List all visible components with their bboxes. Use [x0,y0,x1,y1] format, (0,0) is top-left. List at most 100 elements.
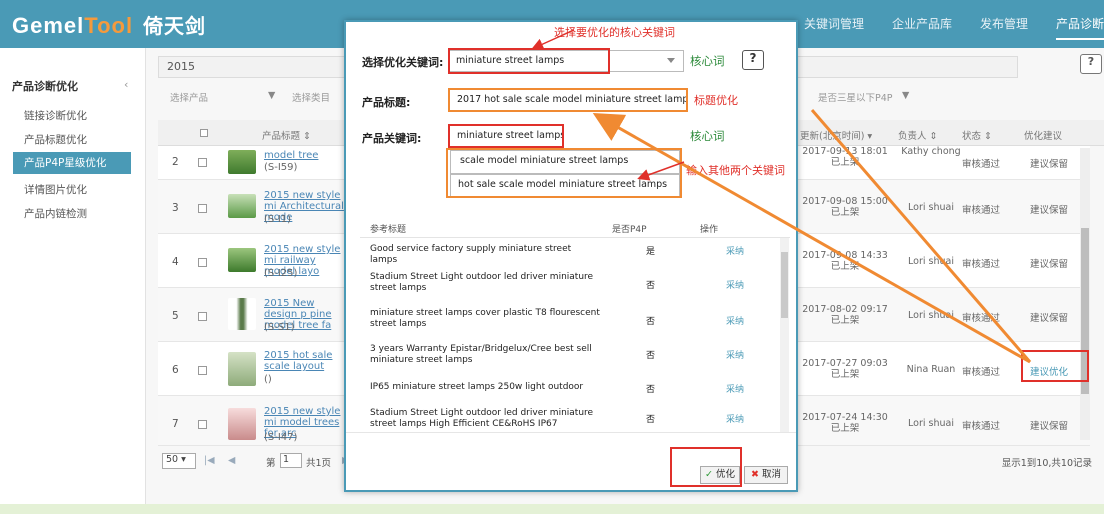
product-sku: (S-S1) [264,322,295,333]
product-thumbnail [228,352,256,386]
extra-keywords-note: 输入其他两个关键词 [686,164,785,177]
row-number: 7 [172,418,179,430]
chevron-down-icon[interactable]: ▼ [902,90,909,101]
row-number: 6 [172,364,179,376]
row-checkbox[interactable] [198,204,207,213]
bottom-bar [0,504,1104,514]
owner-name: Lori shuai [908,310,954,321]
p4p-filter[interactable]: 是否三星以下P4P [818,90,893,104]
collapse-icon[interactable]: ‹ [124,78,128,91]
state-value: 已上架 [830,423,860,434]
product-filter[interactable]: 选择产品 [170,90,208,104]
adopt-link[interactable]: 采纳 [726,348,744,361]
list-item: Stadium Street Light outdoor led driver … [360,272,780,302]
nav-keyword-management[interactable]: 关键词管理 [804,0,864,48]
ref-col-title: 参考标题 [370,225,407,235]
nav-publish-management[interactable]: 发布管理 [980,0,1028,48]
ref-p4p: 否 [646,317,656,327]
core-word-note-2: 核心词 [690,129,725,143]
ref-col-p4p: 是否P4P [612,225,647,235]
chevron-down-icon[interactable]: ▼ [268,90,275,101]
row-checkbox[interactable] [198,366,207,375]
adopt-link[interactable]: 采纳 [726,244,744,257]
product-title-link[interactable]: 2015 hot sale scale layout [264,350,344,372]
page-size-select[interactable]: 50 ▾ [162,453,196,469]
list-item: 3 years Warranty Epistar/Bridgelux/Cree … [360,344,780,374]
adopt-link[interactable]: 采纳 [726,412,744,425]
adopt-link[interactable]: 采纳 [726,382,744,395]
adopt-link[interactable]: 采纳 [726,314,744,327]
col-title[interactable]: 产品标题 ⇕ [262,128,311,142]
row-number: 4 [172,256,179,268]
product-title-field[interactable]: 2017 hot sale scale model miniature stre… [448,88,688,112]
logo-text-cn: 倚天剑 [143,16,207,38]
page-total: 共1页 [306,458,332,469]
advice-text: 建议保留 [1030,313,1069,324]
row-number: 2 [172,156,179,168]
ref-col-operation: 操作 [700,225,719,235]
category-filter[interactable]: 选择类目 [292,90,330,104]
status-text: 审核通过 [962,259,1001,270]
ref-p4p: 否 [646,385,656,395]
cancel-button[interactable]: ✖ 取消 [744,466,788,484]
sidebar-item-link-diagnosis[interactable]: 链接诊断优化 [24,108,87,123]
close-icon: ✖ [750,469,759,480]
row-number: 3 [172,202,179,214]
sidebar-item-internal-links[interactable]: 产品内链检测 [24,206,87,221]
product-title-label: 产品标题: [362,96,411,109]
logo[interactable]: GemelTool 倚天剑 [12,10,206,39]
logo-text-gemel: Gemel [12,13,85,38]
row-checkbox[interactable] [198,258,207,267]
time-value: 2017-09-13 18:01 [802,146,888,157]
updated-time: 2017-09-13 18:01 已上架 [800,146,890,168]
col-updated[interactable]: 更新(北京时间) ▾ [800,128,872,142]
nav-product-diagnosis[interactable]: 产品诊断优化 [1056,0,1104,40]
nav-product-library[interactable]: 企业产品库 [892,0,952,48]
time-value: 2017-09-08 15:00 [802,196,888,207]
extra-keywords-highlight [446,148,682,198]
status-text: 审核通过 [962,367,1001,378]
sidebar-title: 产品诊断优化 [12,80,78,93]
product-sku: (S-I47) [264,432,298,443]
advice-text: 建议保留 [1030,159,1069,170]
help-button[interactable]: ? [742,50,764,70]
advice-highlight-box [1021,350,1089,382]
select-all-checkbox[interactable] [200,129,208,137]
row-checkbox[interactable] [198,312,207,321]
prev-page-icon[interactable]: ◀ [228,455,235,466]
row-checkbox[interactable] [198,420,207,429]
ref-title: 3 years Warranty Epistar/Bridgelux/Cree … [370,344,592,365]
product-title-link[interactable]: model tree [264,150,344,161]
reference-scrollbar[interactable] [780,238,789,432]
col-owner[interactable]: 负责人 ⇕ [898,128,937,142]
owner-name: Lori shuai [908,418,954,429]
ref-title: Good service factory supply miniature st… [370,244,572,265]
product-thumbnail [228,194,256,218]
table-scrollbar[interactable] [1080,148,1090,440]
col-status[interactable]: 状态 ⇕ [962,128,992,142]
sidebar: 产品诊断优化 ‹ 链接诊断优化 产品标题优化 产品P4P星级优化 详情图片优化 … [0,48,146,514]
product-sku: (S-I25) [264,268,298,279]
adopt-link[interactable]: 采纳 [726,278,744,291]
status-text: 审核通过 [962,313,1001,324]
updated-time: 2017-08-02 09:17 已上架 [800,304,890,326]
list-item: miniature street lamps cover plastic T8 … [360,308,780,338]
time-value: 2017-07-27 09:03 [802,358,888,369]
product-sku: (S-I59) [264,162,298,173]
list-item: Stadium Street Light outdoor led driver … [360,408,780,432]
row-checkbox[interactable] [198,158,207,167]
scrollbar-thumb[interactable] [781,252,788,318]
sidebar-item-title-optimize[interactable]: 产品标题优化 [24,132,87,147]
state-value: 已上架 [830,261,860,272]
ref-p4p: 否 [646,415,656,425]
help-button[interactable]: ? [1080,54,1102,74]
advice-text: 建议保留 [1030,259,1069,270]
page-input[interactable]: 1 [280,453,302,468]
updated-time: 2017-09-08 14:33 已上架 [800,250,890,272]
product-keyword-field[interactable]: miniature street lamps [448,124,564,148]
owner-name: Nina Ruan [906,364,956,375]
first-page-icon[interactable]: |◀ [204,455,215,466]
sidebar-item-p4p-star[interactable]: 产品P4P星级优化 [13,152,131,174]
sidebar-item-detail-images[interactable]: 详情图片优化 [24,182,87,197]
ref-p4p: 是 [646,247,656,257]
